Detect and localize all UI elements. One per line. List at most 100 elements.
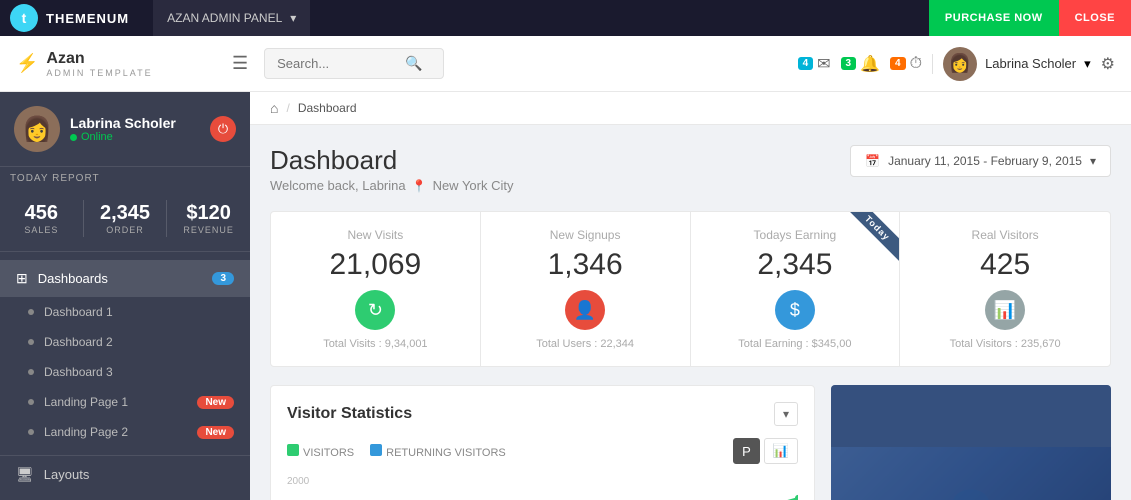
stat-card-label: New Visits: [289, 228, 462, 242]
panel-dropdown[interactable]: AZAN ADMIN PANEL ▾: [153, 0, 310, 36]
stat-card-visitors: Real Visitors 425 📊 Total Visitors : 235…: [900, 212, 1110, 366]
page-header: Dashboard Welcome back, Labrina 📍 New Yo…: [270, 145, 1111, 193]
monitor-icon: 🖥: [16, 466, 34, 483]
chart-controls: P 📊: [733, 438, 798, 464]
chart-view-line-button[interactable]: P: [733, 438, 760, 464]
dot-icon: [28, 369, 34, 375]
sidebar-stats: 456 SALES 2,345 ORDER $120 REVENUE: [0, 186, 250, 252]
online-dot: [70, 134, 77, 141]
clock-icon: ⏱: [910, 55, 922, 73]
chart-card: Visitor Statistics ▾ VISITORS RETURNING …: [270, 385, 815, 500]
sidebar-item-layouts[interactable]: 🖥 Layouts: [0, 455, 250, 493]
search-box: 🔍: [264, 48, 444, 79]
sidebar: 👩 Labrina Scholer Online ⏻ TODAY REPORT …: [0, 92, 250, 500]
purchase-button[interactable]: PURCHASE NOW: [929, 0, 1059, 36]
user-name: Labrina Scholer: [985, 56, 1076, 71]
top-bar: t THEMENUM AZAN ADMIN PANEL ▾ PURCHASE N…: [0, 0, 1131, 36]
stat-revenue-label: REVENUE: [171, 225, 246, 235]
date-picker-button[interactable]: 📅 January 11, 2015 - February 9, 2015 ▾: [850, 145, 1111, 177]
promo-overlay: ⚓ Steve Jobs Time: [831, 385, 1111, 500]
power-button[interactable]: ⏻: [210, 116, 236, 142]
lightning-icon: ⚡: [16, 53, 38, 74]
dot-icon: [28, 309, 34, 315]
sidebar-item-dashboard2[interactable]: Dashboard 2: [0, 327, 250, 357]
sidebar-item-dashboard1[interactable]: Dashboard 1: [0, 297, 250, 327]
second-nav: ⚡ Azan ADMIN TEMPLATE ☰ 🔍 4 ✉ 3 🔔 4 ⏱ 👩 …: [0, 36, 1131, 92]
stat-card-signups: New Signups 1,346 👤 Total Users : 22,344: [481, 212, 691, 366]
stat-sales: 456 SALES: [0, 196, 83, 241]
nav-right: 4 ✉ 3 🔔 4 ⏱ 👩 Labrina Scholer ▾ ⚙: [798, 47, 1115, 81]
close-button[interactable]: CLOSE: [1059, 0, 1131, 36]
location-icon: 📍: [412, 179, 427, 193]
mail-icon: ✉: [817, 54, 830, 74]
home-icon[interactable]: ⌂: [270, 100, 278, 116]
chart-y-label: 2000: [287, 476, 309, 487]
sidebar-item-landing1[interactable]: Landing Page 1 New: [0, 387, 250, 417]
earning-icon: $: [775, 290, 815, 330]
sidebar-item-dashboard3[interactable]: Dashboard 3: [0, 357, 250, 387]
date-range-label: January 11, 2015 - February 9, 2015: [888, 154, 1082, 168]
nav-divider: [932, 54, 933, 74]
brand-name: THEMENUM: [46, 11, 129, 26]
app-brand-name: Azan: [46, 50, 84, 67]
stat-card-footer: Total Users : 22,344: [499, 338, 672, 350]
bell-icon: 🔔: [860, 54, 880, 74]
content-area: ⌂ / Dashboard Dashboard Welcome back, La…: [250, 92, 1131, 500]
notifications-badge: 3: [841, 57, 857, 70]
chart-legend: VISITORS RETURNING VISITORS: [287, 444, 506, 459]
stat-card-label: Real Visitors: [918, 228, 1092, 242]
calendar-icon: 📅: [865, 154, 880, 168]
stat-revenue-value: $120: [171, 202, 246, 225]
sidebar-item-label: Dashboards: [38, 271, 108, 286]
tasks-badge: 4: [890, 57, 906, 70]
sidebar-user-status: Online: [70, 131, 176, 143]
chevron-down-icon: ▾: [1084, 56, 1091, 72]
stat-card-value: 425: [918, 248, 1092, 282]
stats-row: New Visits 21,069 ↻ Total Visits : 9,34,…: [270, 211, 1111, 367]
app-brand-sub: ADMIN TEMPLATE: [46, 68, 152, 78]
chart-header: Visitor Statistics ▾: [287, 402, 798, 426]
hamburger-icon[interactable]: ☰: [232, 53, 248, 74]
content-body: Dashboard Welcome back, Labrina 📍 New Yo…: [250, 125, 1131, 500]
visitors-icon: 📊: [985, 290, 1025, 330]
sidebar-sub-label: Dashboard 2: [44, 335, 113, 349]
brand-area: ⚡ Azan ADMIN TEMPLATE: [16, 50, 216, 78]
user-menu[interactable]: 👩 Labrina Scholer ▾: [943, 47, 1091, 81]
legend-visitors: VISITORS: [287, 444, 354, 459]
dot-icon: [28, 339, 34, 345]
sidebar-item-landing2[interactable]: Landing Page 2 New: [0, 417, 250, 447]
dashboards-badge: 3: [212, 272, 234, 285]
chart-view-bar-button[interactable]: 📊: [764, 438, 798, 464]
sidebar-sub-label: Dashboard 3: [44, 365, 113, 379]
search-input[interactable]: [277, 56, 397, 71]
dot-icon: [28, 429, 34, 435]
location-text: New York City: [433, 178, 514, 193]
stat-sales-label: SALES: [4, 225, 79, 235]
dashboard-icon: ⊞: [16, 270, 28, 287]
new-badge-1: New: [197, 396, 234, 409]
main-layout: 👩 Labrina Scholer Online ⏻ TODAY REPORT …: [0, 92, 1131, 500]
breadcrumb-sep: /: [286, 101, 289, 115]
sidebar-item-dashboards[interactable]: ⊞ Dashboards 3: [0, 260, 250, 297]
search-icon: 🔍: [405, 55, 422, 72]
sidebar-nav: ⊞ Dashboards 3 Dashboard 1 Dashboard 2 D…: [0, 252, 250, 455]
signups-icon: 👤: [565, 290, 605, 330]
stat-card-value: 21,069: [289, 248, 462, 282]
tasks-button[interactable]: 4 ⏱: [890, 55, 922, 73]
breadcrumb-current: Dashboard: [298, 101, 357, 115]
messages-button[interactable]: 4 ✉: [798, 54, 831, 74]
stat-order-value: 2,345: [88, 202, 163, 225]
subtitle-text: Welcome back, Labrina: [270, 178, 406, 193]
stat-sales-value: 456: [4, 202, 79, 225]
notifications-button[interactable]: 3 🔔: [841, 54, 880, 74]
chart-dropdown-button[interactable]: ▾: [774, 402, 798, 426]
stat-card-visits: New Visits 21,069 ↻ Total Visits : 9,34,…: [271, 212, 481, 366]
legend-returning: RETURNING VISITORS: [370, 444, 506, 459]
settings-button[interactable]: ⚙: [1101, 54, 1115, 74]
stat-card-label: New Signups: [499, 228, 672, 242]
messages-badge: 4: [798, 57, 814, 70]
chevron-down-icon: ▾: [290, 11, 296, 25]
page-subtitle: Welcome back, Labrina 📍 New York City: [270, 178, 513, 193]
stat-card-earning: Today Todays Earning 2,345 $ Total Earni…: [691, 212, 901, 366]
avatar: 👩: [943, 47, 977, 81]
